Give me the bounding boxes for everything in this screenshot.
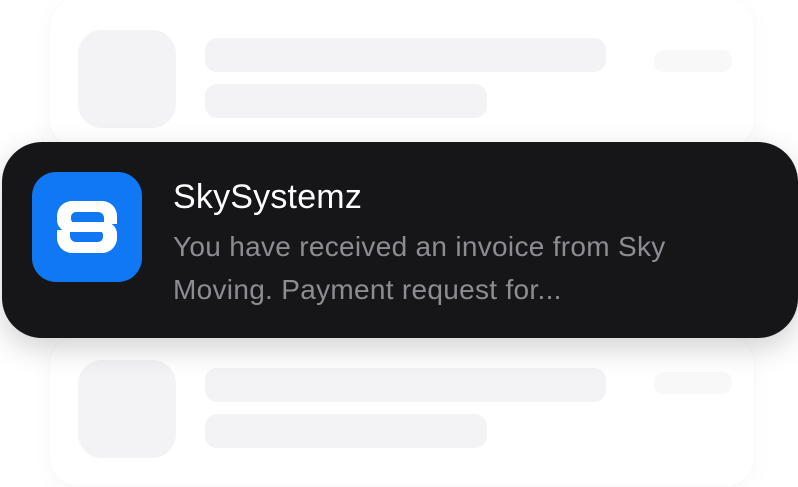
placeholder-notification-top: [50, 0, 754, 148]
placeholder-avatar: [78, 30, 176, 128]
placeholder-timestamp: [654, 372, 732, 394]
placeholder-title-line: [205, 38, 606, 72]
placeholder-body-line: [205, 414, 487, 448]
placeholder-title-line: [205, 368, 606, 402]
notification-stack: SkySystemz You have received an invoice …: [0, 0, 798, 487]
invoice-notification[interactable]: SkySystemz You have received an invoice …: [2, 142, 798, 338]
placeholder-timestamp: [654, 50, 732, 72]
placeholder-notification-bottom: [50, 336, 754, 486]
placeholder-body-line: [205, 84, 487, 118]
skysystemz-logo-icon: [32, 172, 142, 282]
notification-app-name: SkySystemz: [173, 178, 363, 216]
placeholder-avatar: [78, 360, 176, 458]
notification-message: You have received an invoice from Sky Mo…: [173, 231, 666, 305]
